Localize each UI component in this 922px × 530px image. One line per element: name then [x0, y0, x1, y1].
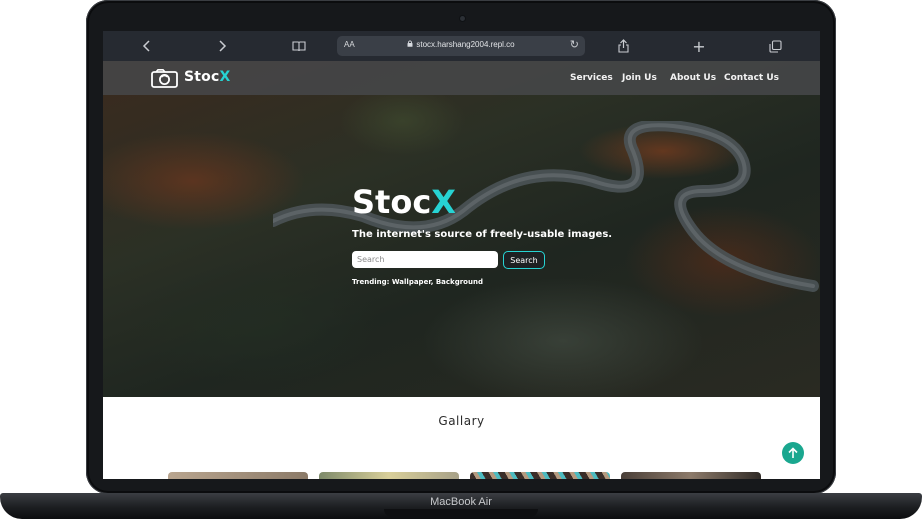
nav-join-us[interactable]: Join Us [622, 73, 657, 83]
reload-icon[interactable]: ↻ [570, 38, 579, 51]
camera [460, 16, 465, 21]
hero-title-main: Stoc [352, 183, 432, 221]
browser-toolbar: AA stocx.harshang2004.repl.co ↻ + [103, 31, 820, 61]
new-tab-icon[interactable]: + [688, 36, 710, 56]
url-display: stocx.harshang2004.repl.co [337, 40, 585, 49]
gallery-thumbnail[interactable] [168, 472, 308, 479]
hero-title: StocX [352, 183, 456, 221]
gallery-thumbnail[interactable] [319, 472, 459, 479]
bookmarks-icon[interactable] [288, 36, 310, 56]
search-button[interactable]: Search [503, 251, 545, 269]
gallery-thumbnail[interactable] [621, 472, 761, 479]
hero-subtitle: The internet's source of freely-usable i… [352, 229, 613, 240]
share-icon[interactable] [612, 36, 634, 56]
search-input[interactable] [352, 251, 498, 268]
trending-tags: Trending: Wallpaper, Background [352, 278, 483, 286]
camera-logo-icon[interactable] [151, 69, 178, 88]
back-icon[interactable] [136, 36, 158, 56]
site-logo[interactable]: StocX [184, 69, 231, 85]
logo-accent: X [219, 69, 231, 85]
laptop-notch [384, 509, 538, 517]
forward-icon[interactable] [211, 36, 233, 56]
gallery-thumbnail[interactable] [470, 472, 610, 479]
site-navbar: StocX Services Join Us About Us Contact … [103, 61, 820, 95]
logo-name: Stoc [184, 69, 220, 85]
device-label: MacBook Air [430, 496, 492, 508]
nav-contact-us[interactable]: Contact Us [724, 73, 779, 83]
scroll-to-top-button[interactable] [782, 442, 804, 464]
address-bar[interactable]: AA stocx.harshang2004.repl.co ↻ [337, 36, 585, 56]
nav-services[interactable]: Services [570, 73, 613, 83]
arrow-up-icon [788, 447, 798, 458]
gallery-heading: Gallary [438, 414, 485, 428]
lock-icon [407, 40, 413, 49]
nav-about-us[interactable]: About Us [670, 73, 716, 83]
hero-title-accent: X [431, 183, 456, 221]
screen: AA stocx.harshang2004.repl.co ↻ + StocX … [103, 31, 820, 479]
url-text: stocx.harshang2004.repl.co [416, 40, 515, 49]
tabs-icon[interactable] [764, 36, 786, 56]
